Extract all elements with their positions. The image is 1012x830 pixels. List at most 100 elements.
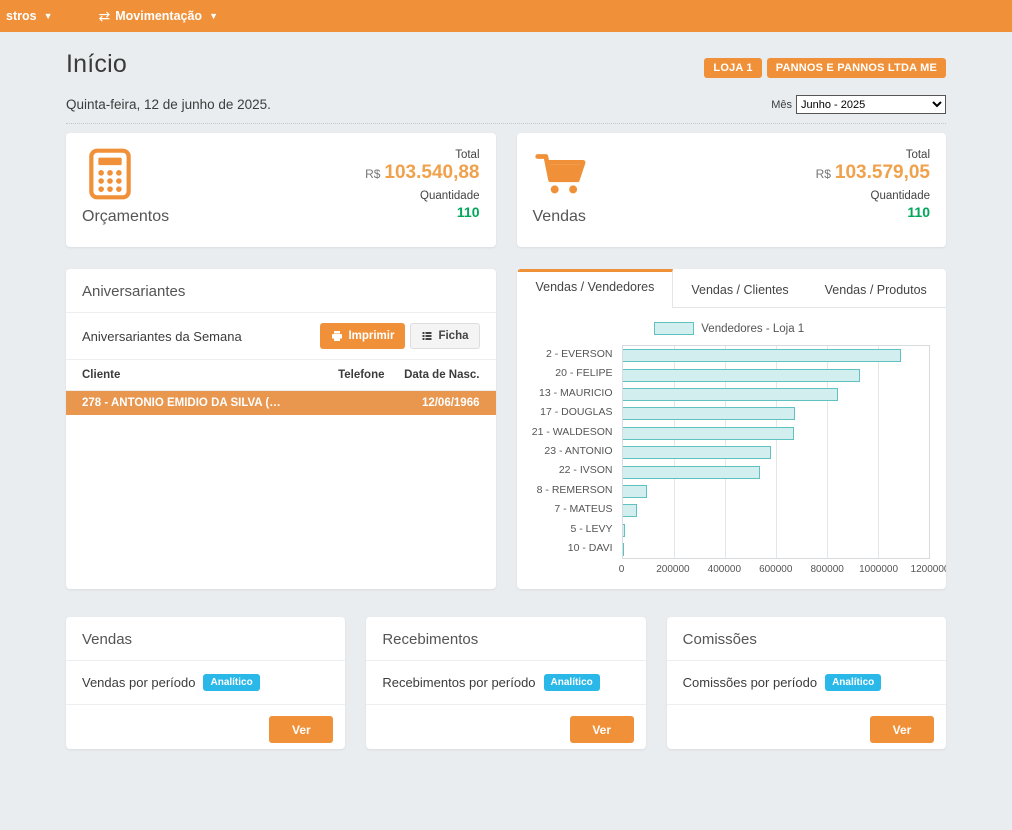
y-axis-label: 23 - ANTONIO <box>529 442 622 461</box>
x-tick-label: 1200000 <box>911 564 946 575</box>
chevron-down-icon: ▼ <box>209 11 218 21</box>
ficha-button[interactable]: Ficha <box>410 323 479 349</box>
recebimentos-periodo-card: Recebimentos Recebimentos por período An… <box>366 617 645 749</box>
card-body-text: Comissões por período <box>683 675 817 690</box>
bar <box>623 466 761 479</box>
ficha-label: Ficha <box>438 330 468 342</box>
bar-chart: Vendedores - Loja 1 2 - EVERSON20 - FELI… <box>517 308 947 580</box>
chart-labels: 2 - EVERSON20 - FELIPE13 - MAURICIO17 - … <box>529 345 622 580</box>
bar-row <box>623 365 930 384</box>
month-select[interactable]: Junho - 2025 <box>796 95 946 114</box>
bar-row <box>623 501 930 520</box>
card-label: Vendas <box>533 208 589 226</box>
bar <box>623 427 795 440</box>
store-badge: LOJA 1 <box>704 58 761 78</box>
nav-item-cadastros[interactable]: stros ▼ <box>2 9 57 23</box>
y-axis-label: 20 - FELIPE <box>529 364 622 383</box>
dotted-separator <box>66 123 946 124</box>
legend-swatch <box>654 322 694 335</box>
orcamentos-card: Orçamentos Total R$ 103.540,88 Quantidade… <box>66 133 496 247</box>
analitico-badge: Analítico <box>203 674 259 691</box>
tab-vendas-clientes[interactable]: Vendas / Clientes <box>673 269 806 307</box>
card-body-text: Recebimentos por período <box>382 675 535 690</box>
y-axis-label: 13 - MAURICIO <box>529 384 622 403</box>
bar <box>623 349 901 362</box>
imprimir-button[interactable]: Imprimir <box>320 323 405 349</box>
chevron-down-icon: ▼ <box>44 11 53 21</box>
analitico-badge: Analítico <box>825 674 881 691</box>
card-title: Comissões <box>667 617 946 661</box>
ver-button[interactable]: Ver <box>570 716 634 743</box>
total-amount: 103.540,88 <box>384 162 479 183</box>
tab-vendas-vendedores[interactable]: Vendas / Vendedores <box>517 269 674 308</box>
row-cliente: 278 - ANTONIO EMIDIO DA SILVA (PALE... <box>82 397 295 409</box>
y-axis-label: 7 - MATEUS <box>529 500 622 519</box>
chart-tabs: Vendas / Vendedores Vendas / Clientes Ve… <box>517 269 947 308</box>
currency-symbol: R$ <box>816 167 831 181</box>
total-label: Total <box>365 149 479 161</box>
bar-row <box>623 346 930 365</box>
bar-row <box>623 482 930 501</box>
company-badge: PANNOS E PANNOS LTDA ME <box>767 58 946 78</box>
page-title: Início <box>66 50 127 79</box>
list-icon <box>421 330 433 342</box>
chart-plot <box>622 345 931 559</box>
row-data-nasc: 12/06/1966 <box>385 397 480 409</box>
card-label: Orçamentos <box>82 208 169 226</box>
bar-row <box>623 462 930 481</box>
y-axis-label: 10 - DAVI <box>529 539 622 558</box>
bar <box>623 524 625 537</box>
calculator-icon <box>82 146 138 202</box>
legend-label: Vendedores - Loja 1 <box>701 323 804 335</box>
x-tick-label: 800000 <box>810 564 843 575</box>
currency-symbol: R$ <box>365 167 380 181</box>
bar-row <box>623 385 930 404</box>
column-telefone: Telefone <box>295 369 385 381</box>
current-date: Quinta-feira, 12 de junho de 2025. <box>66 97 271 112</box>
bar <box>623 543 624 556</box>
imprimir-label: Imprimir <box>348 330 394 342</box>
bar-row <box>623 521 930 540</box>
column-cliente: Cliente <box>82 369 295 381</box>
bar <box>623 485 647 498</box>
quantity-label: Quantidade <box>365 190 479 202</box>
birthdays-subtitle: Aniversariantes da Semana <box>82 329 242 344</box>
cart-icon <box>533 146 589 202</box>
total-label: Total <box>816 149 930 161</box>
ver-button[interactable]: Ver <box>269 716 333 743</box>
tab-vendas-produtos[interactable]: Vendas / Produtos <box>807 269 945 307</box>
y-axis-label: 17 - DOUGLAS <box>529 403 622 422</box>
bar-row <box>623 424 930 443</box>
quantity-value: 110 <box>816 204 930 220</box>
aniversariantes-card: Aniversariantes Aniversariantes da Seman… <box>66 269 496 589</box>
x-tick-label: 200000 <box>656 564 689 575</box>
x-tick-label: 600000 <box>759 564 792 575</box>
analitico-badge: Analítico <box>544 674 600 691</box>
card-title: Recebimentos <box>366 617 645 661</box>
vendas-card: Vendas Total R$103.579,05 Quantidade 110 <box>517 133 947 247</box>
quantity-label: Quantidade <box>816 190 930 202</box>
bar-row <box>623 443 930 462</box>
vendas-periodo-card: Vendas Vendas por período Analítico Ver <box>66 617 345 749</box>
table-row[interactable]: 278 - ANTONIO EMIDIO DA SILVA (PALE... 1… <box>66 391 496 415</box>
y-axis-label: 8 - REMERSON <box>529 481 622 500</box>
x-tick-label: 0 <box>619 564 625 575</box>
printer-icon <box>331 330 343 342</box>
bar <box>623 407 795 420</box>
bar-row <box>623 540 930 559</box>
top-navbar: stros ▼ ⇄ Movimentação ▼ <box>0 0 1012 32</box>
bar <box>623 388 839 401</box>
exchange-icon: ⇄ <box>99 8 111 25</box>
table-header: Cliente Telefone Data de Nasc. <box>66 360 496 391</box>
card-title: Aniversariantes <box>66 269 496 313</box>
x-tick-label: 1000000 <box>859 564 898 575</box>
bar <box>623 369 861 382</box>
bar <box>623 446 772 459</box>
card-title: Vendas <box>66 617 345 661</box>
nav-item-movimentacao[interactable]: ⇄ Movimentação ▼ <box>95 8 223 25</box>
chart-xaxis: 020000040000060000080000010000001200000 <box>622 564 931 580</box>
chart-legend: Vendedores - Loja 1 <box>529 322 931 335</box>
column-data-nasc: Data de Nasc. <box>385 369 480 381</box>
ver-button[interactable]: Ver <box>870 716 934 743</box>
bar <box>623 504 638 517</box>
